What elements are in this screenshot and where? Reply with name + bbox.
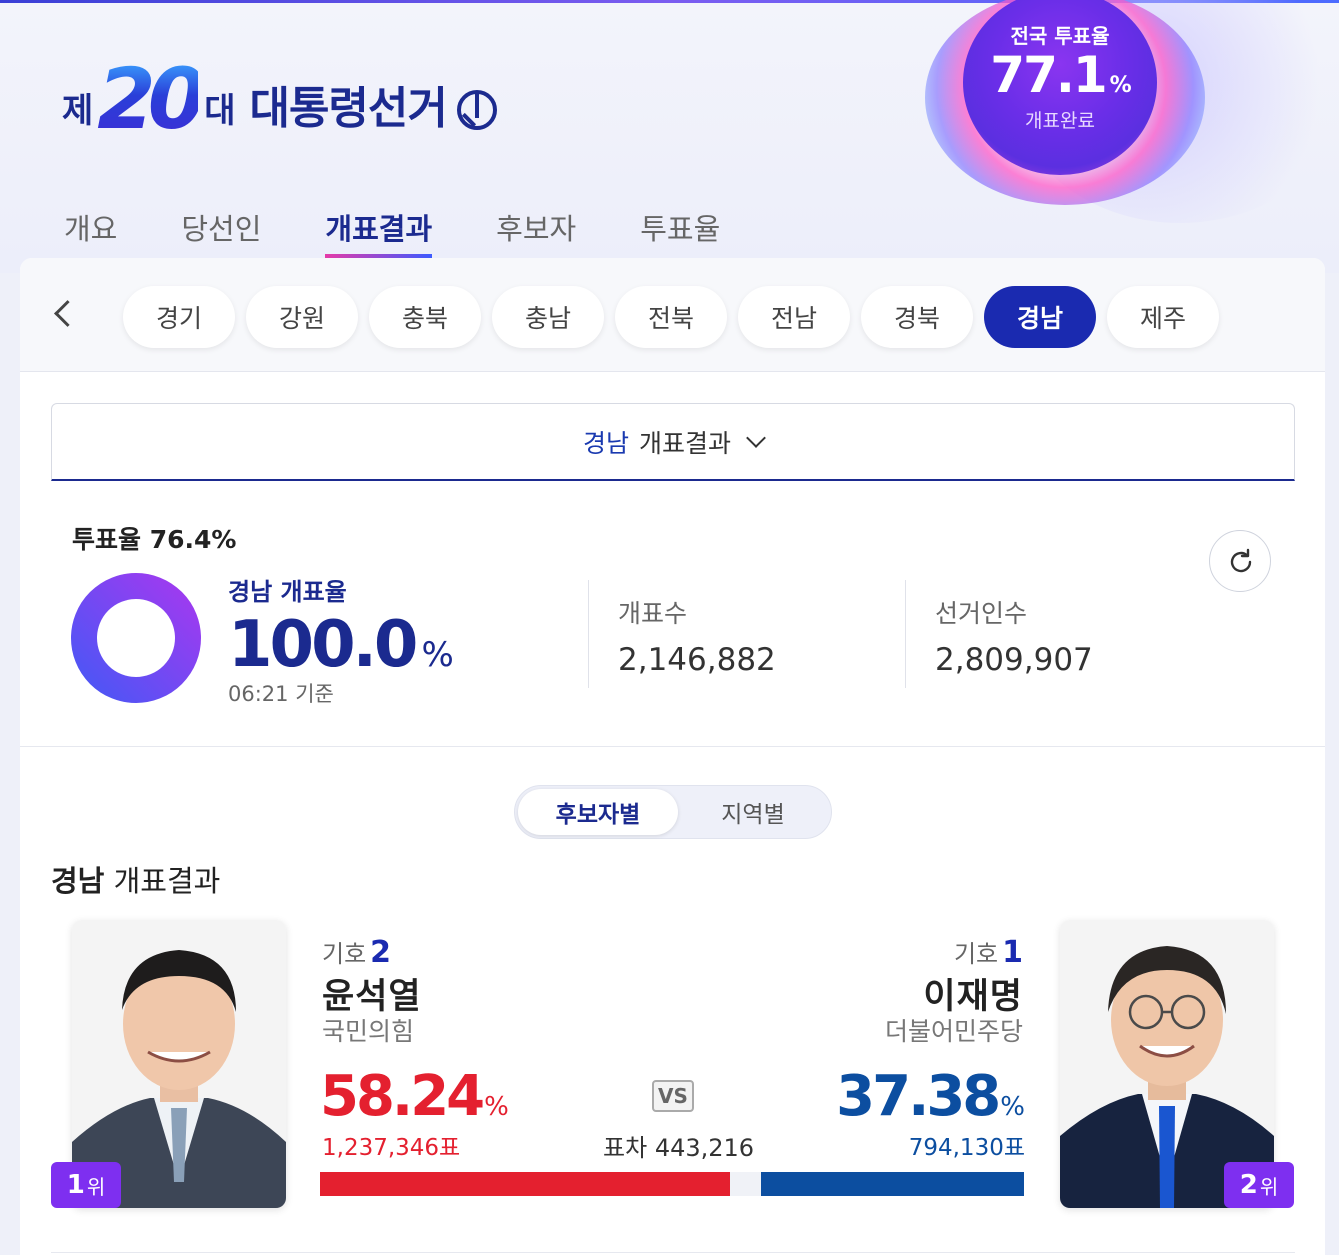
vote-rate-value: 76.4% (149, 525, 237, 554)
region-pill-chungbuk[interactable]: 충북 (369, 286, 481, 348)
dropdown-label: 개표결과 (639, 428, 732, 458)
candidate-party: 국민의힘 (322, 1017, 415, 1046)
vote-margin: 표차 443,216 (603, 1134, 755, 1162)
logo-title: 대통령선거 (249, 83, 447, 134)
count-rate-value: 100.0% (228, 608, 454, 682)
chevron-down-icon (746, 427, 766, 448)
vote-rate-label: 투표율 (72, 525, 142, 554)
vote-stamp-icon (456, 90, 497, 130)
main-tabs: 개요 당선인 개표결과 후보자 투표율 (64, 206, 784, 258)
counted-value: 2,146,882 (618, 642, 776, 678)
logo-prefix: 제 (62, 91, 94, 131)
electorate-label: 선거인수 (935, 599, 1028, 628)
rank-badge-first: 1위 (51, 1162, 121, 1208)
section-divider (20, 746, 1325, 747)
candidate-votes: 794,130표 (908, 1135, 1025, 1161)
tab-results[interactable]: 개표결과 (325, 206, 432, 258)
candidate-percentage: 58.24% (320, 1064, 509, 1129)
election-logo[interactable]: 제 20 대 대통령선거 (62, 50, 497, 148)
count-time: 06:21 기준 (228, 682, 334, 706)
vote-share-bar-first (320, 1172, 730, 1196)
logo-suffix: 대 (204, 91, 236, 131)
candidate-percentage: 37.38% (836, 1064, 1025, 1129)
tab-turnout[interactable]: 투표율 (640, 206, 720, 258)
candidate-votes: 1,237,346표 (322, 1135, 461, 1161)
donut-progress-arc (71, 573, 201, 703)
national-turnout-status: 개표완료 (1025, 110, 1095, 132)
region-pill-gyeongnam[interactable]: 경남 (984, 286, 1096, 348)
region-pill-jeju[interactable]: 제주 (1107, 286, 1219, 348)
by-region-button[interactable]: 지역별 (678, 789, 828, 835)
counted-label: 개표수 (618, 599, 688, 628)
refresh-icon (1230, 548, 1252, 573)
national-turnout-label: 전국 투표율 (1010, 24, 1110, 48)
chevron-left-icon[interactable] (52, 298, 74, 330)
region-pill-jeonnam[interactable]: 전남 (738, 286, 850, 348)
national-turnout-value: 77.1% (990, 46, 1131, 104)
region-pill-chungnam[interactable]: 충남 (492, 286, 604, 348)
stat-divider (905, 580, 906, 688)
region-pill-gangwon[interactable]: 강원 (246, 286, 358, 348)
results-card: 경기 강원 충북 충남 전북 전남 경북 경남 제주 경남 개표결과 투표율 7… (20, 258, 1325, 1255)
refresh-button[interactable] (1209, 530, 1271, 592)
candidate-number: 기호 1 (953, 935, 1023, 970)
region-pills: 경기 강원 충북 충남 전북 전남 경북 경남 제주 (123, 286, 1230, 348)
vs-badge: VS (652, 1080, 694, 1112)
region-pill-jeonbuk[interactable]: 전북 (615, 286, 727, 348)
tab-overview[interactable]: 개요 (64, 206, 117, 258)
region-results-dropdown[interactable]: 경남 개표결과 (51, 403, 1295, 481)
tab-candidates[interactable]: 후보자 (496, 206, 576, 258)
candidate-number: 기호 2 (322, 935, 392, 970)
by-candidate-button[interactable]: 후보자별 (518, 789, 678, 835)
region-pill-gyeongbuk[interactable]: 경북 (861, 286, 973, 348)
electorate-value: 2,809,907 (935, 642, 1093, 678)
logo-number: 20 (97, 50, 206, 148)
region-pill-gyeonggi[interactable]: 경기 (123, 286, 235, 348)
dropdown-region: 경남 (582, 428, 629, 458)
count-progress-donut (71, 573, 201, 703)
count-rate-label: 경남 개표율 (228, 578, 347, 606)
bottom-divider (51, 1252, 1295, 1253)
candidate-party: 더불어민주당 (884, 1017, 1023, 1046)
national-turnout-badge: 전국 투표율 77.1% 개표완료 (925, 0, 1205, 205)
result-title: 경남 개표결과 (51, 864, 221, 898)
vote-share-bar-second (760, 1172, 1024, 1196)
view-toggle: 후보자별 지역별 (514, 785, 832, 839)
rank-badge-second: 2위 (1224, 1162, 1294, 1208)
region-selector: 경기 강원 충북 충남 전북 전남 경북 경남 제주 (20, 258, 1325, 372)
vote-rate: 투표율 76.4% (72, 520, 236, 556)
tab-winner[interactable]: 당선인 (181, 206, 261, 258)
stat-divider (588, 580, 589, 688)
